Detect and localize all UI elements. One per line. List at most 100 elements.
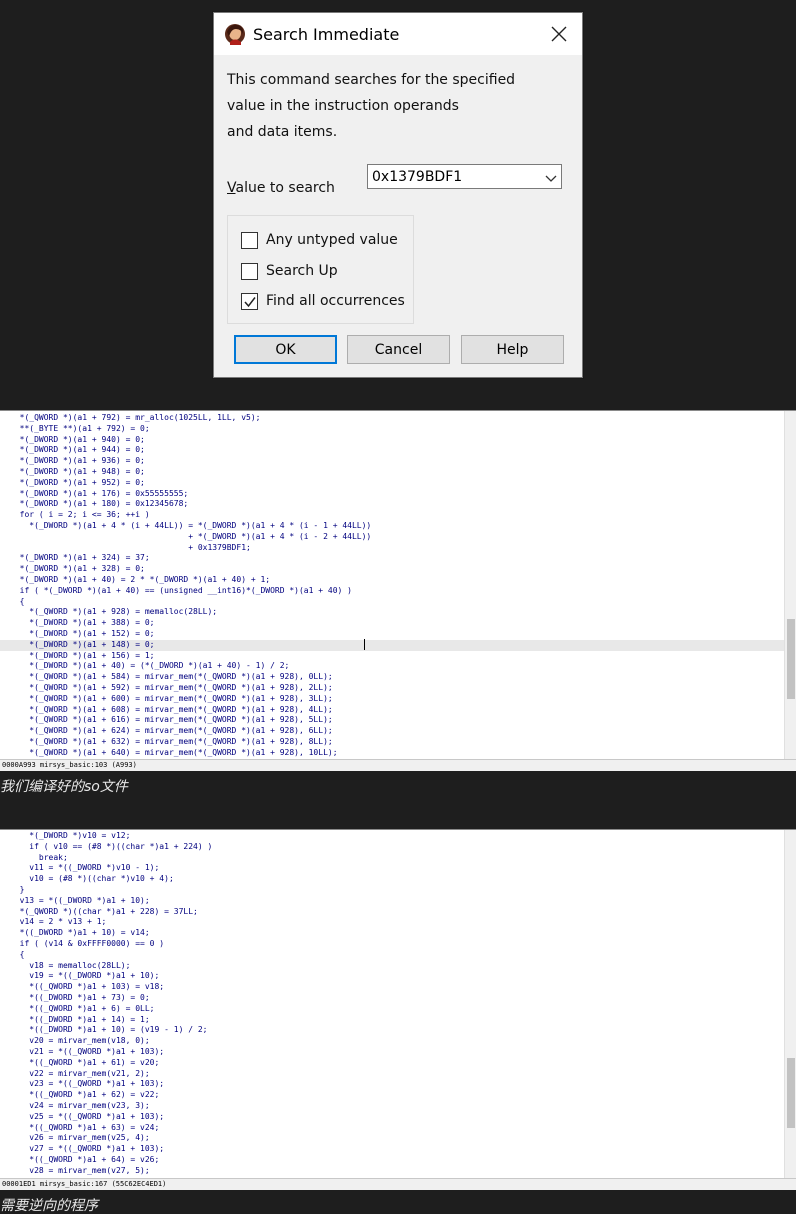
pseudocode-text[interactable]: *(_DWORD *)v10 = v12; if ( v10 == (#8 *)… bbox=[0, 831, 786, 1177]
code-line[interactable]: *((_QWORD *)a1 + 64) = v26; bbox=[0, 1155, 786, 1166]
search-up-checkbox[interactable]: Search Up bbox=[241, 261, 338, 281]
cancel-button[interactable]: Cancel bbox=[347, 335, 450, 364]
code-line[interactable]: *(_QWORD *)(a1 + 608) = mirvar_mem(*(_QW… bbox=[0, 705, 786, 716]
code-line[interactable]: + 0x1379BDF1; bbox=[0, 543, 786, 554]
code-line[interactable]: v22 = mirvar_mem(v21, 2); bbox=[0, 1069, 786, 1080]
code-line[interactable]: *(_QWORD *)(a1 + 928) = memalloc(28LL); bbox=[0, 607, 786, 618]
code-line[interactable]: *(_DWORD *)(a1 + 944) = 0; bbox=[0, 445, 786, 456]
checkmark-icon bbox=[244, 296, 256, 307]
code-line[interactable]: *(_DWORD *)(a1 + 328) = 0; bbox=[0, 564, 786, 575]
code-line[interactable]: *((_DWORD *)a1 + 14) = 1; bbox=[0, 1015, 786, 1026]
code-line[interactable]: *(_DWORD *)v10 = v12; bbox=[0, 831, 786, 842]
chevron-down-icon[interactable] bbox=[545, 171, 557, 183]
code-line[interactable]: v23 = *((_QWORD *)a1 + 103); bbox=[0, 1079, 786, 1090]
checkbox-label[interactable]: Any untyped value bbox=[266, 232, 398, 248]
code-line[interactable]: + *(_DWORD *)(a1 + 4 * (i - 2 + 44LL)) bbox=[0, 532, 786, 543]
code-line[interactable]: *(_QWORD *)(a1 + 624) = mirvar_mem(*(_QW… bbox=[0, 726, 786, 737]
pseudocode-text[interactable]: *(_QWORD *)(a1 + 792) = mr_alloc(1025LL,… bbox=[0, 413, 786, 759]
pseudocode-view-so[interactable]: *(_QWORD *)(a1 + 792) = mr_alloc(1025LL,… bbox=[0, 410, 796, 771]
code-line[interactable]: *(_DWORD *)(a1 + 4 * (i + 44LL)) = *(_DW… bbox=[0, 521, 786, 532]
find-all-occurrences-checkbox[interactable]: Find all occurrences bbox=[241, 291, 405, 311]
dialog-description: This command searches for the specified … bbox=[227, 67, 557, 145]
ok-button[interactable]: OK bbox=[234, 335, 337, 364]
code-line[interactable]: v20 = mirvar_mem(v18, 0); bbox=[0, 1036, 786, 1047]
code-line[interactable]: if ( v10 == (#8 *)((char *)a1 + 224) ) bbox=[0, 842, 786, 853]
code-line[interactable]: *((_QWORD *)a1 + 6) = 0LL; bbox=[0, 1004, 786, 1015]
code-line[interactable]: *(_DWORD *)(a1 + 936) = 0; bbox=[0, 456, 786, 467]
code-line[interactable]: *(_QWORD *)(a1 + 640) = mirvar_mem(*(_QW… bbox=[0, 748, 786, 759]
code-line[interactable]: *(_DWORD *)(a1 + 180) = 0x12345678; bbox=[0, 499, 786, 510]
checkbox-box[interactable] bbox=[241, 231, 258, 249]
status-line: 0000A993 mirsys_basic:103 (A993) bbox=[0, 759, 796, 771]
code-line[interactable]: *(_QWORD *)(a1 + 616) = mirvar_mem(*(_QW… bbox=[0, 715, 786, 726]
code-line[interactable]: *((_QWORD *)a1 + 103) = v18; bbox=[0, 982, 786, 993]
code-line[interactable]: for ( i = 2; i <= 36; ++i ) bbox=[0, 510, 786, 521]
value-combobox[interactable] bbox=[367, 164, 562, 189]
checkbox-box[interactable] bbox=[241, 292, 258, 310]
code-line[interactable]: *(_DWORD *)(a1 + 952) = 0; bbox=[0, 478, 786, 489]
search-immediate-dialog: Search Immediate This command searches f… bbox=[213, 12, 583, 378]
code-line[interactable]: v24 = mirvar_mem(v23, 3); bbox=[0, 1101, 786, 1112]
checkbox-box[interactable] bbox=[241, 262, 258, 280]
ida-app-icon bbox=[224, 23, 246, 45]
code-line[interactable]: v14 = 2 * v13 + 1; bbox=[0, 917, 786, 928]
code-line[interactable]: v28 = mirvar_mem(v27, 5); bbox=[0, 1166, 786, 1177]
code-line[interactable]: v10 = (#8 *)((char *)v10 + 4); bbox=[0, 874, 786, 885]
code-line[interactable]: *(_QWORD *)(a1 + 592) = mirvar_mem(*(_QW… bbox=[0, 683, 786, 694]
code-line[interactable]: { bbox=[0, 597, 786, 608]
options-group: Any untyped value Search Up Find all occ… bbox=[227, 215, 414, 324]
value-input[interactable] bbox=[372, 168, 532, 186]
code-line[interactable]: *(_DWORD *)(a1 + 40) = (*(_DWORD *)(a1 +… bbox=[0, 661, 786, 672]
help-button[interactable]: Help bbox=[461, 335, 564, 364]
code-line[interactable]: *(_DWORD *)(a1 + 940) = 0; bbox=[0, 435, 786, 446]
code-line[interactable]: v25 = *((_QWORD *)a1 + 103); bbox=[0, 1112, 786, 1123]
code-line[interactable]: *((_QWORD *)a1 + 62) = v22; bbox=[0, 1090, 786, 1101]
code-line[interactable]: *(_QWORD *)(a1 + 632) = mirvar_mem(*(_QW… bbox=[0, 737, 786, 748]
code-line[interactable]: *(_DWORD *)(a1 + 40) = 2 * *(_DWORD *)(a… bbox=[0, 575, 786, 586]
code-line[interactable]: break; bbox=[0, 853, 786, 864]
value-to-search-label: Value to search bbox=[227, 180, 335, 196]
vertical-scrollbar[interactable] bbox=[784, 411, 796, 759]
code-line[interactable]: v19 = *((_DWORD *)a1 + 10); bbox=[0, 971, 786, 982]
code-line[interactable]: *(_DWORD *)(a1 + 324) = 37; bbox=[0, 553, 786, 564]
checkbox-label[interactable]: Find all occurrences bbox=[266, 293, 405, 309]
code-line[interactable]: *((_DWORD *)a1 + 10) = v14; bbox=[0, 928, 786, 939]
code-line[interactable]: *(_DWORD *)(a1 + 156) = 1; bbox=[0, 651, 786, 662]
code-line[interactable]: v11 = *((_DWORD *)v10 - 1); bbox=[0, 863, 786, 874]
scroll-thumb[interactable] bbox=[787, 619, 795, 699]
code-line[interactable]: v13 = *((_DWORD *)a1 + 10); bbox=[0, 896, 786, 907]
close-icon[interactable] bbox=[550, 25, 568, 43]
code-line[interactable]: v26 = mirvar_mem(v25, 4); bbox=[0, 1133, 786, 1144]
code-line[interactable]: v18 = memalloc(28LL); bbox=[0, 961, 786, 972]
code-line[interactable]: *(_QWORD *)(a1 + 584) = mirvar_mem(*(_QW… bbox=[0, 672, 786, 683]
description-line: This command searches for the specified bbox=[227, 72, 516, 88]
any-untyped-value-checkbox[interactable]: Any untyped value bbox=[241, 230, 398, 250]
caption-so-file: 我们编译好的so文件 bbox=[0, 779, 128, 795]
code-line[interactable]: *(_QWORD *)(a1 + 600) = mirvar_mem(*(_QW… bbox=[0, 694, 786, 705]
code-line[interactable]: *(_DWORD *)(a1 + 152) = 0; bbox=[0, 629, 786, 640]
code-line[interactable]: **(_BYTE **)(a1 + 792) = 0; bbox=[0, 424, 786, 435]
label-accelerator: V bbox=[227, 180, 236, 196]
code-line[interactable]: *(_DWORD *)(a1 + 148) = 0; bbox=[0, 639, 786, 651]
code-line[interactable]: *(_DWORD *)(a1 + 948) = 0; bbox=[0, 467, 786, 478]
code-line[interactable]: *(_DWORD *)(a1 + 388) = 0; bbox=[0, 618, 786, 629]
code-line[interactable]: *((_DWORD *)a1 + 10) = (v19 - 1) / 2; bbox=[0, 1025, 786, 1036]
code-line[interactable]: *(_QWORD *)((char *)a1 + 228) = 37LL; bbox=[0, 907, 786, 918]
vertical-scrollbar[interactable] bbox=[784, 830, 796, 1178]
pseudocode-view-target[interactable]: *(_DWORD *)v10 = v12; if ( v10 == (#8 *)… bbox=[0, 829, 796, 1190]
code-line[interactable]: v27 = *((_QWORD *)a1 + 103); bbox=[0, 1144, 786, 1155]
code-line[interactable]: *((_DWORD *)a1 + 73) = 0; bbox=[0, 993, 786, 1004]
code-line[interactable]: { bbox=[0, 950, 786, 961]
code-line[interactable]: *(_QWORD *)(a1 + 792) = mr_alloc(1025LL,… bbox=[0, 413, 786, 424]
code-line[interactable]: *(_DWORD *)(a1 + 176) = 0x55555555; bbox=[0, 489, 786, 500]
code-line[interactable]: if ( *(_DWORD *)(a1 + 40) == (unsigned _… bbox=[0, 586, 786, 597]
scroll-thumb[interactable] bbox=[787, 1058, 795, 1128]
code-line[interactable]: *((_QWORD *)a1 + 61) = v20; bbox=[0, 1058, 786, 1069]
code-line[interactable]: v21 = *((_QWORD *)a1 + 103); bbox=[0, 1047, 786, 1058]
code-line[interactable]: if ( (v14 & 0xFFFF0000) == 0 ) bbox=[0, 939, 786, 950]
code-line[interactable]: *((_QWORD *)a1 + 63) = v24; bbox=[0, 1123, 786, 1134]
checkbox-label[interactable]: Search Up bbox=[266, 263, 338, 279]
code-line[interactable]: } bbox=[0, 885, 786, 896]
dialog-titlebar: Search Immediate bbox=[214, 13, 582, 55]
description-line: and data items. bbox=[227, 124, 338, 140]
